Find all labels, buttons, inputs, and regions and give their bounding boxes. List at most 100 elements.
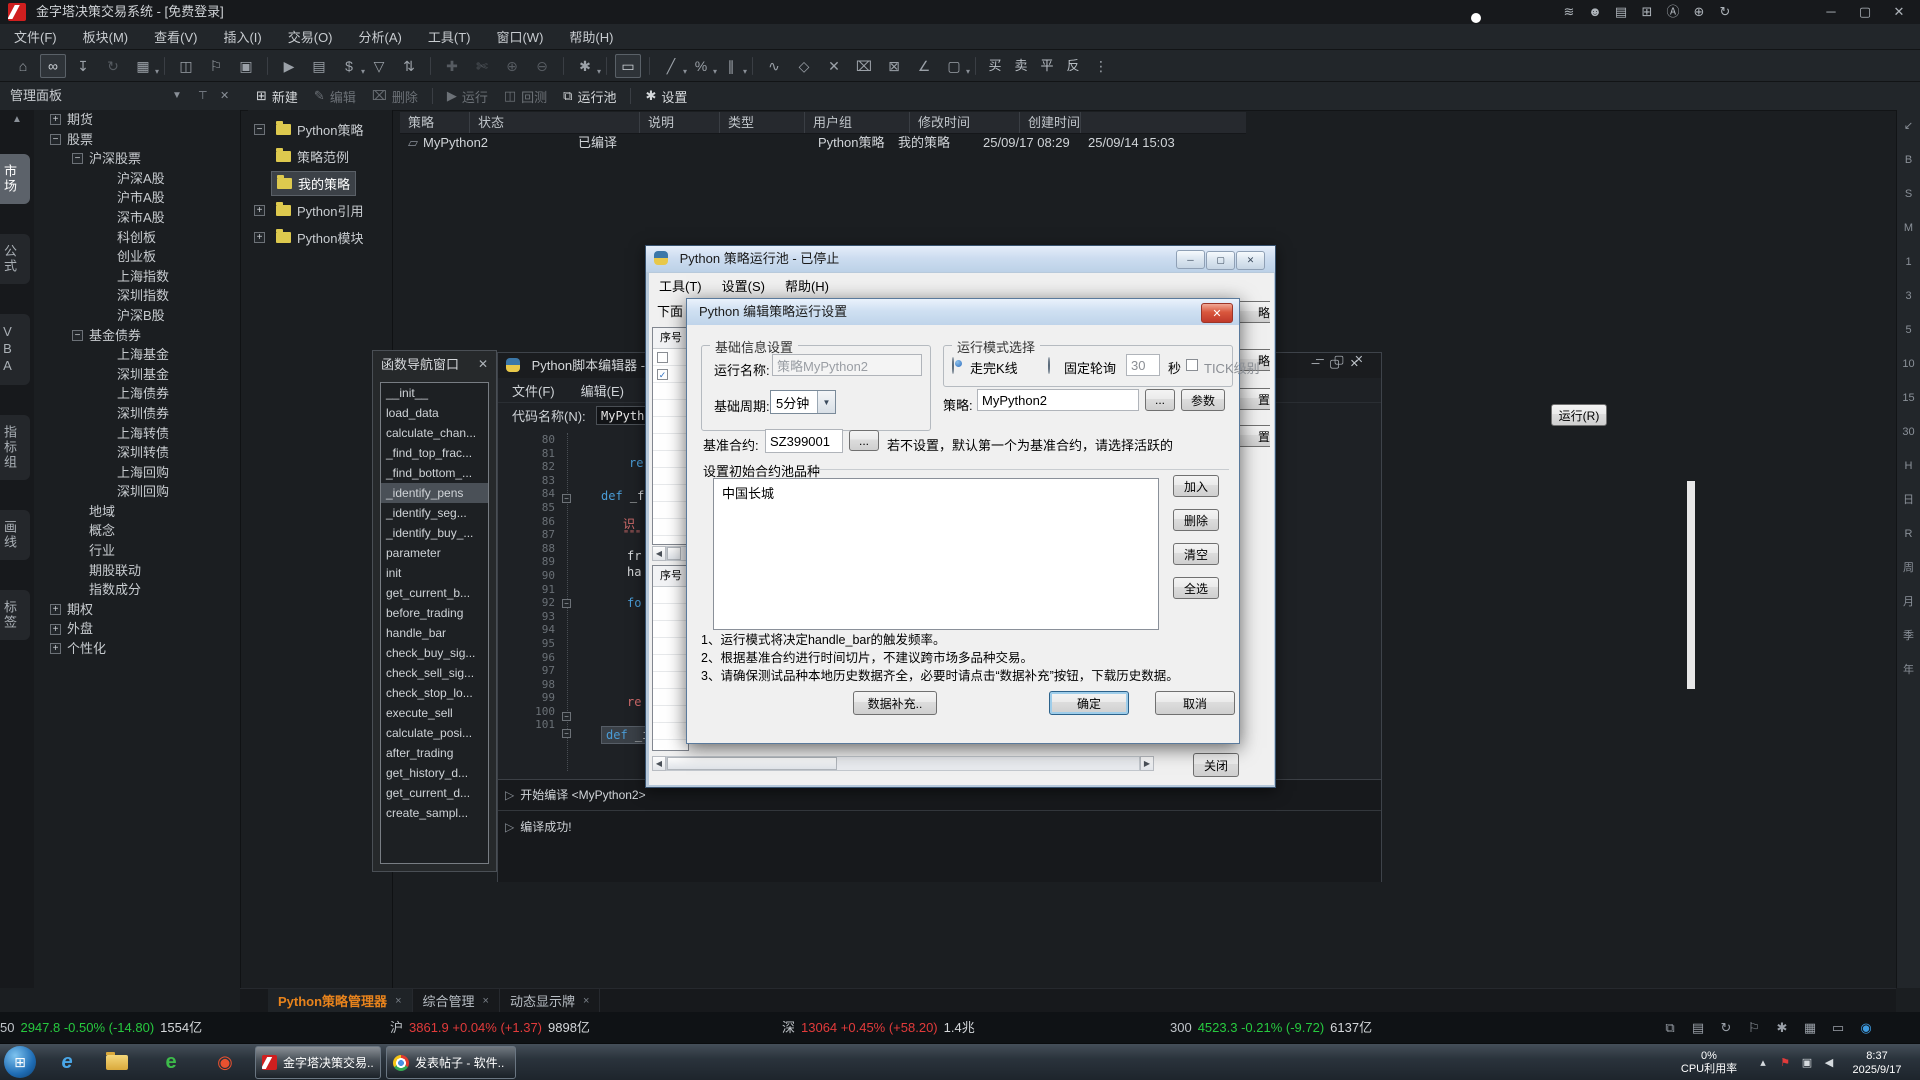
add-button[interactable]: 加入	[1173, 475, 1219, 497]
flat-button[interactable]: 平	[1036, 54, 1058, 78]
trade-icon[interactable]: $	[336, 54, 362, 78]
panel-close-icon[interactable]: ✕	[220, 82, 229, 110]
period-item[interactable]: B	[1905, 150, 1912, 184]
horizontal-scrollbar[interactable]: ◀▶	[652, 756, 1154, 771]
tree-item[interactable]: + 期权	[34, 600, 240, 620]
function-list-item[interactable]: parameter	[381, 543, 488, 563]
function-list-item[interactable]: execute_sell	[381, 703, 488, 723]
tree-item[interactable]: − 股票	[34, 130, 240, 150]
maximize-icon[interactable]: ▢	[1334, 354, 1354, 366]
column-header[interactable]: 用户组	[805, 112, 910, 133]
tree-item[interactable]: 深圳回购	[34, 482, 240, 502]
tree-item[interactable]: 创业板	[34, 247, 240, 267]
download-icon[interactable]: ↧	[70, 54, 96, 78]
run-button[interactable]: 运行(R)	[1551, 404, 1607, 426]
monitor-icon[interactable]: ▭	[1824, 1020, 1852, 1036]
tree-item[interactable]: 深圳基金	[34, 365, 240, 385]
move-icon[interactable]: ✚	[439, 54, 465, 78]
hidden-window-scrollbar[interactable]	[1687, 481, 1695, 689]
function-list-item[interactable]: get_current_b...	[381, 583, 488, 603]
editor-menu-item[interactable]: 文件(F)	[512, 381, 555, 400]
chevron-down-icon[interactable]: ▼	[817, 391, 835, 413]
sidebar-tab[interactable]: VBA	[0, 314, 30, 385]
menu-item[interactable]: 查看(V)	[154, 27, 197, 46]
window-icon[interactable]: ▢	[941, 54, 967, 78]
start-button[interactable]: ⊞	[4, 1046, 36, 1078]
tree-item[interactable]: + 个性化	[34, 639, 240, 659]
minimize-icon[interactable]: ─	[1316, 354, 1334, 366]
function-list-item[interactable]: init	[381, 563, 488, 583]
editor-menu-item[interactable]: 编辑(E)	[581, 381, 624, 400]
browser-icon[interactable]: e	[152, 1046, 190, 1078]
function-list-item[interactable]: check_stop_lo...	[381, 683, 488, 703]
globe-icon[interactable]: ⊕	[1686, 0, 1712, 24]
diamond-icon[interactable]: ◇	[791, 54, 817, 78]
ie-icon[interactable]: e	[48, 1046, 86, 1078]
edit-button[interactable]: ✎编辑	[314, 87, 356, 106]
mini-scrollbar[interactable]: ◀	[652, 546, 689, 561]
erase-icon[interactable]: ✕	[821, 54, 847, 78]
data-fill-button[interactable]: 数据补充..	[853, 691, 937, 715]
close-icon[interactable]: ✕	[1354, 354, 1373, 366]
contract-item[interactable]: 中国长城	[722, 483, 1150, 502]
link-icon[interactable]: ∞	[40, 54, 66, 78]
separator[interactable]	[649, 57, 650, 75]
radio-kline[interactable]	[952, 357, 954, 374]
bars-tool-icon[interactable]: ∥	[718, 54, 744, 78]
period-item[interactable]: 15	[1902, 388, 1914, 422]
explorer-icon[interactable]	[98, 1046, 136, 1078]
cpu-meter[interactable]: 0% CPU利用率	[1666, 1050, 1752, 1076]
sidebar-tab[interactable]: 指标组	[0, 415, 30, 480]
gear-icon[interactable]: ✱	[1768, 1020, 1796, 1036]
index-quote[interactable]: 沪3861.9 +0.04% (+1.37)9898亿	[390, 1012, 590, 1043]
function-list-item[interactable]: get_history_d...	[381, 763, 488, 783]
workspace-tab[interactable]: Python策略管理器×	[268, 989, 413, 1013]
close-icon[interactable]: ✕	[478, 357, 488, 371]
function-list-item[interactable]: _find_top_frac...	[381, 443, 488, 463]
reverse-button[interactable]: 反	[1062, 54, 1084, 78]
period-item[interactable]: 周	[1903, 558, 1914, 592]
tree-item[interactable]: 上海转债	[34, 424, 240, 444]
function-list-item[interactable]: get_current_d...	[381, 783, 488, 803]
workspace-tab[interactable]: 综合管理×	[413, 989, 500, 1013]
menu-item[interactable]: 分析(A)	[359, 27, 402, 46]
share-icon[interactable]: ⧉	[1656, 1020, 1684, 1036]
user-icon[interactable]: ☻	[1582, 0, 1608, 24]
strategy-browse-button[interactable]: ...	[1145, 389, 1175, 411]
tree-item[interactable]: 地域	[34, 502, 240, 522]
function-list-item[interactable]: handle_bar	[381, 623, 488, 643]
fold-marker[interactable]: −	[562, 712, 571, 721]
select-all-button[interactable]: 全选	[1173, 577, 1219, 599]
period-item[interactable]: H	[1905, 456, 1913, 490]
tree-item[interactable]: 科创板	[34, 228, 240, 248]
zoom-out-icon[interactable]: ⊖	[529, 54, 555, 78]
strategy-tree-item[interactable]: 我的策略	[248, 170, 392, 197]
tree-item[interactable]: 上海债券	[34, 384, 240, 404]
tree-item[interactable]: 深市A股	[34, 208, 240, 228]
tray-network-icon[interactable]: ▣	[1796, 1056, 1818, 1069]
menu-item[interactable]: 帮助(H)	[785, 276, 829, 295]
log-list[interactable]: 序号	[652, 565, 689, 751]
separator[interactable]	[752, 57, 753, 75]
clear-button[interactable]: 清空	[1173, 543, 1219, 565]
backtest-button[interactable]: ◫回测	[504, 87, 547, 106]
report-icon[interactable]: ▤	[306, 54, 332, 78]
fold-marker[interactable]: −	[562, 494, 571, 503]
settings-button[interactable]: ✱设置	[645, 87, 687, 106]
menu-item[interactable]: 插入(I)	[223, 27, 261, 46]
close-button[interactable]: ✕	[1886, 0, 1912, 24]
grid-icon[interactable]: ▦	[1796, 1020, 1824, 1036]
tree-item[interactable]: + 外盘	[34, 619, 240, 639]
ok-button[interactable]: 确定	[1049, 691, 1129, 715]
mouse-mode-icon[interactable]: ▭	[615, 54, 641, 78]
function-list-item[interactable]: calculate_posi...	[381, 723, 488, 743]
function-list-item[interactable]: create_sampl...	[381, 803, 488, 823]
snapshot-icon[interactable]: ▣	[233, 54, 259, 78]
params-button[interactable]: 参数	[1181, 389, 1225, 411]
interval-input[interactable]: 30	[1126, 354, 1160, 376]
function-list-item[interactable]: _identify_seg...	[381, 503, 488, 523]
separator[interactable]	[430, 57, 431, 75]
tree-item[interactable]: 上海指数	[34, 267, 240, 287]
panel-collapse-icon[interactable]: ▼	[172, 82, 182, 110]
tray-expand-icon[interactable]: ▴	[1752, 1056, 1774, 1069]
